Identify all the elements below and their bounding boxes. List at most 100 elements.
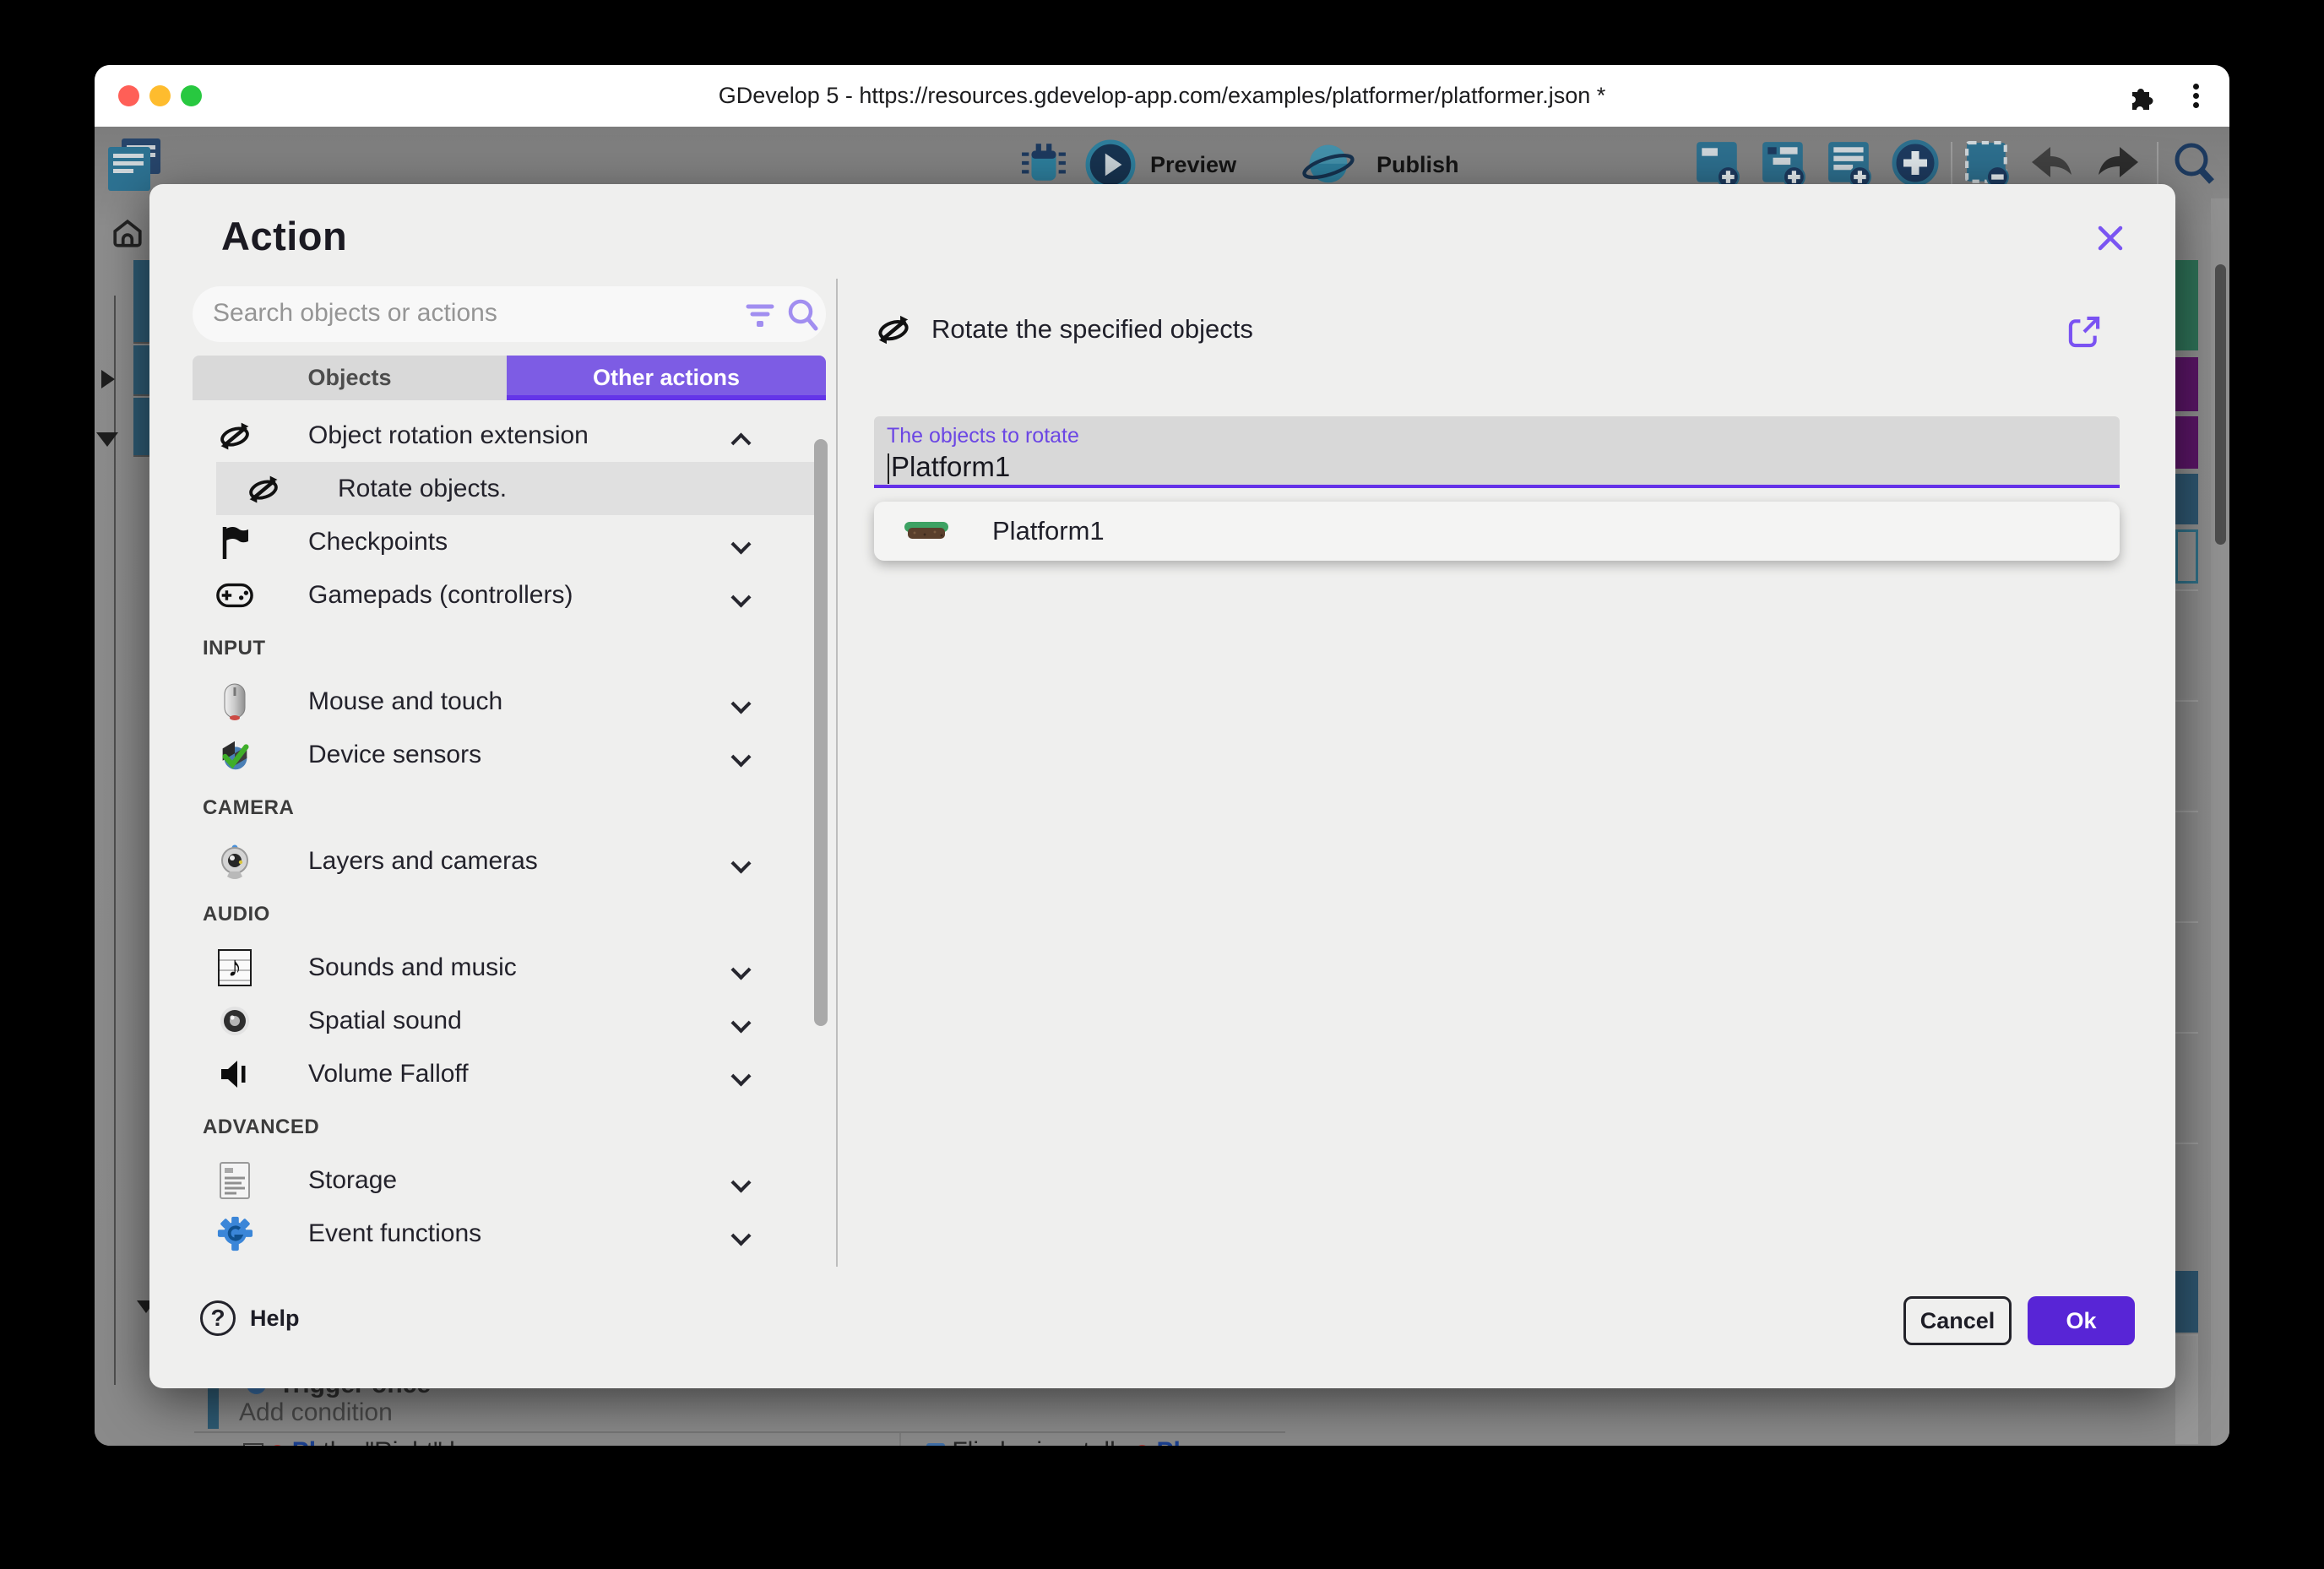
storage-icon: [216, 1161, 253, 1200]
object-thumbnail-icon: [270, 1445, 285, 1446]
add-event-icon[interactable]: [1695, 140, 1742, 187]
chevron-down-icon[interactable]: [730, 853, 751, 873]
list-item-label: Layers and cameras: [308, 847, 538, 876]
titlebar: GDevelop 5 - https://resources.gdevelop-…: [95, 65, 2229, 127]
bg-add-condition[interactable]: Add condition: [239, 1398, 393, 1427]
list-item-label: Event functions: [308, 1219, 481, 1248]
ok-button[interactable]: Ok: [2028, 1296, 2135, 1345]
search-field: [193, 286, 826, 342]
list-item[interactable]: Storage: [193, 1154, 826, 1207]
chevron-up-icon[interactable]: [730, 432, 751, 453]
chevron-down-icon[interactable]: [730, 959, 751, 980]
list-item[interactable]: Mouse and touch: [193, 675, 826, 728]
list-item-label: Gamepads (controllers): [308, 581, 573, 610]
list-item[interactable]: Object rotation extension: [193, 409, 826, 462]
chevron-down-icon[interactable]: [730, 587, 751, 607]
list-item[interactable]: Event functions: [193, 1207, 826, 1260]
search-icon[interactable]: [785, 296, 821, 334]
selection-highlight: [216, 462, 815, 515]
tree-collapsed-arrow-icon[interactable]: [101, 370, 115, 388]
event-tree-line: [114, 296, 116, 1385]
cancel-button[interactable]: Cancel: [1903, 1296, 2012, 1345]
preview-button[interactable]: Preview: [1150, 152, 1236, 178]
list-item-selected[interactable]: Rotate objects.: [193, 462, 826, 515]
list-item-label: Checkpoints: [308, 528, 448, 556]
action-icon: [926, 1443, 945, 1446]
scene-object-row: [2175, 260, 2198, 350]
list-item[interactable]: ♪ Sounds and music: [193, 941, 826, 994]
rotate-icon: [216, 417, 253, 454]
list-item[interactable]: Volume Falloff: [193, 1047, 826, 1100]
remove-selection-icon[interactable]: [1964, 140, 2012, 187]
extensions-puzzle-icon[interactable]: [2126, 82, 2155, 111]
scene-object-row: [2175, 357, 2198, 411]
chevron-down-icon[interactable]: [730, 693, 751, 714]
chevron-down-icon[interactable]: [730, 1066, 751, 1086]
list-item-label: Storage: [308, 1166, 397, 1195]
field-value[interactable]: Platform1: [888, 451, 1010, 484]
app-window: GDevelop 5 - https://resources.gdevelop-…: [95, 65, 2229, 1446]
chevron-down-icon[interactable]: [730, 1013, 751, 1033]
suggestion-label: Platform1: [992, 516, 1105, 546]
external-link-icon[interactable]: [2065, 312, 2104, 351]
window-title: GDevelop 5 - https://resources.gdevelop-…: [95, 83, 2229, 109]
volume-icon: [216, 1059, 253, 1089]
project-manager-icon[interactable]: [108, 138, 164, 193]
music-note-icon: ♪: [216, 949, 253, 986]
webcam-icon: [216, 842, 253, 881]
editor-scrollbar-thumb[interactable]: [2215, 264, 2226, 545]
tab-other-actions[interactable]: Other actions: [507, 356, 826, 400]
redo-icon[interactable]: [2093, 142, 2142, 186]
event-block: [208, 1387, 219, 1429]
publish-button[interactable]: Publish: [1376, 152, 1459, 178]
add-circle-icon[interactable]: [1891, 138, 1940, 187]
list-item[interactable]: Spatial sound: [193, 994, 826, 1047]
undo-icon[interactable]: [2028, 142, 2077, 186]
event-icon: [243, 1443, 263, 1446]
dialog-title: Action: [221, 213, 347, 259]
rotate-icon: [245, 470, 282, 508]
objects-to-rotate-field[interactable]: The objects to rotate Platform1: [874, 416, 2120, 488]
help-button[interactable]: ? Help: [200, 1300, 300, 1336]
tree-expanded-arrow-icon[interactable]: [96, 432, 118, 447]
section-header: ADVANCED: [193, 1100, 826, 1154]
rotate-icon: [874, 309, 913, 350]
object-thumbnail-icon: [1135, 1445, 1149, 1446]
actions-list: Object rotation extension Rotate objects…: [193, 409, 826, 1260]
section-header: AUDIO: [193, 888, 826, 941]
scene-object-row: [2175, 474, 2198, 524]
gear-icon: [216, 1216, 253, 1251]
action-description-text: Rotate the specified objects: [931, 314, 1253, 345]
home-tab-icon[interactable]: [111, 218, 144, 248]
flag-icon: [216, 524, 253, 561]
add-comment-icon[interactable]: [1827, 140, 1874, 187]
close-dialog-icon[interactable]: [2092, 220, 2129, 257]
chevron-down-icon[interactable]: [730, 746, 751, 767]
chevron-down-icon[interactable]: [730, 1225, 751, 1246]
chevron-down-icon[interactable]: [730, 1172, 751, 1192]
list-item-label: Rotate objects.: [338, 475, 507, 503]
event-block: [133, 260, 149, 344]
question-mark-icon: ?: [200, 1300, 236, 1336]
list-item[interactable]: Layers and cameras: [193, 834, 826, 888]
preview-icon[interactable]: [1084, 138, 1137, 191]
bg-action-row: Flip horizontally Pl: [926, 1437, 1181, 1446]
list-item[interactable]: Gamepads (controllers): [193, 568, 826, 622]
list-item[interactable]: Checkpoints: [193, 515, 826, 568]
tab-objects[interactable]: Objects: [193, 356, 507, 400]
list-item-label: Object rotation extension: [308, 421, 589, 450]
event-block: [133, 398, 149, 457]
chevron-down-icon[interactable]: [730, 534, 751, 554]
debug-icon[interactable]: [1020, 142, 1067, 184]
suggestion-platform1[interactable]: Platform1: [874, 502, 2120, 561]
list-item[interactable]: Device sensors: [193, 728, 826, 781]
browser-menu-icon[interactable]: [2192, 84, 2199, 109]
section-header: INPUT: [193, 622, 826, 675]
search-events-icon[interactable]: [2170, 138, 2219, 189]
list-item-label: Sounds and music: [308, 953, 517, 982]
add-subevent-icon[interactable]: [1761, 140, 1808, 187]
platform-sprite-icon: [904, 522, 948, 540]
search-input[interactable]: [213, 295, 719, 332]
list-scrollbar-thumb[interactable]: [814, 439, 828, 1026]
filter-icon[interactable]: [743, 298, 777, 332]
